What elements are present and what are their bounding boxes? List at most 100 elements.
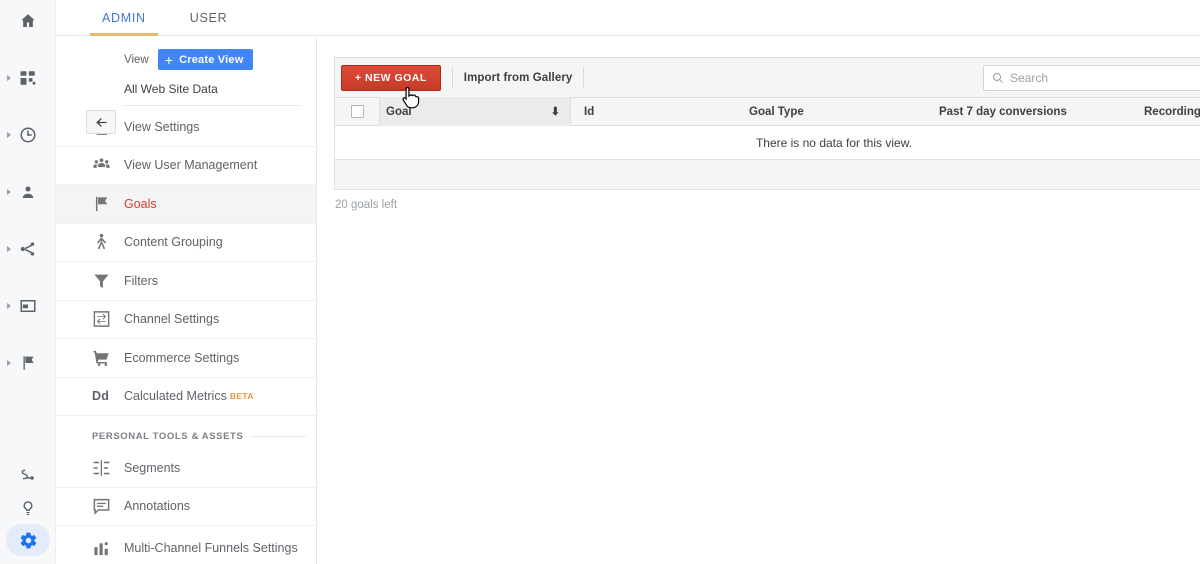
- tab-admin[interactable]: ADMIN: [80, 0, 168, 36]
- select-all-cell: [335, 97, 379, 126]
- dashboard-grid-icon: [19, 69, 37, 87]
- sidebar-item-calculated-metrics[interactable]: Dd Calculated Metrics BETA: [56, 378, 316, 416]
- funnel-icon: [92, 271, 111, 290]
- caret-right-icon: [7, 74, 11, 81]
- sidebar-item-label: Content Grouping: [124, 235, 223, 250]
- rail-item-behavior[interactable]: [0, 289, 56, 322]
- path-squiggle-icon: [19, 466, 37, 484]
- flag-icon: [19, 354, 37, 372]
- rail-item-discover[interactable]: [0, 491, 56, 524]
- people-icon: [92, 156, 111, 175]
- sort-descending-icon: ⬇: [550, 106, 560, 118]
- view-selector-block: View + Create View All Web Site Data: [56, 37, 316, 106]
- sidebar-item-label: Multi-Channel Funnels Settings: [124, 540, 298, 555]
- sidebar-item-segments[interactable]: Segments: [56, 449, 316, 488]
- rail-item-acquisition[interactable]: [0, 232, 56, 265]
- view-label: View: [124, 53, 149, 66]
- empty-state-row: There is no data for this view.: [334, 126, 1200, 159]
- caret-right-icon: [7, 302, 11, 309]
- create-view-label: Create View: [179, 53, 244, 66]
- tab-list: ADMIN USER: [56, 0, 1200, 36]
- sidebar-item-label: Segments: [124, 460, 181, 475]
- rail-item-attribution[interactable]: [0, 458, 56, 491]
- sidebar-item-multi-channel-funnels-settings[interactable]: Multi-Channel Funnels Settings: [56, 526, 316, 564]
- rail-item-audience[interactable]: [0, 175, 56, 208]
- flag-icon: [92, 194, 111, 213]
- plus-icon: +: [164, 51, 174, 68]
- column-header-goal[interactable]: Goal ⬇: [379, 97, 571, 126]
- sidebar-item-annotations[interactable]: Annotations: [56, 488, 316, 526]
- sidebar-item-goals[interactable]: Goals: [56, 185, 316, 224]
- dd-text-icon: Dd: [92, 389, 110, 404]
- tab-user-label: USER: [189, 11, 228, 25]
- column-header-id-label: Id: [584, 105, 595, 118]
- goals-panel: + NEW GOAL Import from Gallery Goal: [334, 57, 1200, 211]
- sidebar-item-label: View User Management: [124, 158, 258, 173]
- goals-left-counter: 20 goals left: [335, 199, 398, 211]
- search-input[interactable]: [1010, 71, 1200, 85]
- sidebar-item-label: View Settings: [124, 119, 200, 134]
- tab-user[interactable]: USER: [168, 0, 250, 36]
- bar-chart-icon: [92, 538, 111, 557]
- sidebar-item-filters[interactable]: Filters: [56, 262, 316, 301]
- column-header-recording-label: Recording: [1144, 105, 1200, 118]
- shopping-cart-icon: [92, 348, 111, 367]
- sidebar-item-label: Calculated Metrics: [124, 389, 227, 404]
- sidebar-item-label: Channel Settings: [124, 312, 220, 327]
- create-view-button[interactable]: + Create View: [157, 49, 254, 70]
- channel-arrows-icon: [92, 310, 111, 329]
- select-all-checkbox[interactable]: [350, 105, 364, 118]
- rail-bottom-group: [0, 458, 56, 564]
- goals-main-panel: + NEW GOAL Import from Gallery Goal: [318, 37, 1200, 564]
- person-icon: [19, 183, 37, 201]
- sidebar-item-label: Ecommerce Settings: [124, 350, 240, 365]
- home-icon: [19, 12, 37, 30]
- column-header-past-7-day-conversions[interactable]: Past 7 day conversions: [939, 97, 1144, 126]
- table-footer-row: [334, 159, 1200, 190]
- sidebar-item-ecommerce-settings[interactable]: Ecommerce Settings: [56, 339, 316, 378]
- annotation-bubble-icon: [92, 497, 111, 516]
- rail-item-dashboards[interactable]: [0, 61, 56, 94]
- rail-item-admin[interactable]: [6, 524, 50, 556]
- search-box[interactable]: [983, 65, 1200, 91]
- toolbar-divider-2: [583, 66, 585, 89]
- sidebar-item-label: Filters: [124, 273, 159, 288]
- goals-toolbar: + NEW GOAL Import from Gallery: [334, 57, 1200, 97]
- column-header-conversions-label: Past 7 day conversions: [939, 105, 1067, 118]
- toolbar-divider: [451, 66, 453, 89]
- google-analytics-admin-screen: ADMIN USER View + Create View All Web Si…: [0, 0, 1200, 564]
- sidebar-item-view-user-management[interactable]: View User Management: [56, 147, 316, 185]
- left-icon-rail: [0, 0, 56, 564]
- collapse-sidebar-back-button[interactable]: [86, 110, 116, 134]
- new-goal-button[interactable]: + NEW GOAL: [341, 64, 441, 91]
- person-branch-icon: [92, 233, 111, 252]
- sidebar-item-label: Annotations: [124, 499, 191, 514]
- sidebar-item-channel-settings[interactable]: Channel Settings: [56, 301, 316, 339]
- section-title: PERSONAL TOOLS & ASSETS: [92, 431, 244, 442]
- rail-item-home[interactable]: [0, 4, 56, 37]
- column-header-recording[interactable]: Recording: [1144, 97, 1200, 126]
- lightbulb-icon: [19, 499, 37, 517]
- column-header-id[interactable]: Id: [571, 97, 749, 126]
- current-view-name: All Web Site Data: [124, 82, 300, 106]
- column-header-goal-label: Goal: [386, 105, 412, 118]
- personal-tools-section-header: PERSONAL TOOLS & ASSETS: [56, 416, 306, 449]
- column-header-goal-type-label: Goal Type: [749, 105, 804, 118]
- caret-right-icon: [7, 188, 11, 195]
- gear-icon: [20, 532, 36, 548]
- column-header-goal-type[interactable]: Goal Type: [749, 97, 939, 126]
- admin-menu-list: View Settings View User Management Goals…: [56, 108, 316, 564]
- beta-badge: BETA: [229, 391, 254, 402]
- sidebar-item-content-grouping[interactable]: Content Grouping: [56, 224, 316, 262]
- rail-item-realtime[interactable]: [0, 118, 56, 151]
- caret-right-icon: [7, 131, 11, 138]
- empty-state-message: There is no data for this view.: [755, 135, 913, 150]
- rail-item-conversions[interactable]: [0, 346, 56, 379]
- caret-right-icon: [7, 359, 11, 366]
- section-divider: [251, 436, 306, 437]
- search-icon: [992, 72, 1003, 83]
- import-from-gallery-button[interactable]: Import from Gallery: [464, 72, 573, 84]
- tab-admin-label: ADMIN: [102, 11, 146, 25]
- segments-icon: [92, 458, 111, 477]
- back-arrow-icon: [95, 117, 106, 127]
